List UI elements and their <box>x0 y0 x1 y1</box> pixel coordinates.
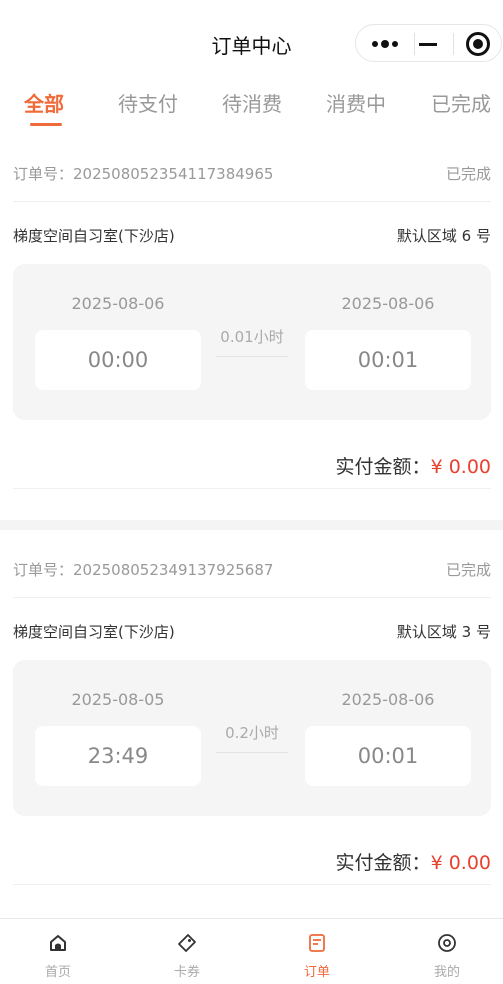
close-miniprogram-button[interactable] <box>466 32 490 56</box>
end-date: 2025-08-06 <box>341 294 435 313</box>
tabbar-label: 我的 <box>433 965 460 980</box>
active-tab-indicator <box>30 123 62 126</box>
tabbar-item-profile[interactable]: 我的 <box>384 919 503 984</box>
bottom-tab-bar: 首页 卡券 订单 我的 <box>0 918 503 984</box>
order-status-tabs: 全部 待支付 待消费 消费中 已完成 <box>0 88 503 132</box>
paid-amount: 实付金额：¥ 0.00 <box>336 848 491 875</box>
minimize-button[interactable] <box>419 43 437 46</box>
paid-amount-value: ¥ 0.00 <box>430 852 491 874</box>
end-time: 00:01 <box>305 726 471 786</box>
tabbar-item-coupons[interactable]: 卡券 <box>124 919 250 984</box>
profile-icon <box>438 934 456 952</box>
capsule-divider <box>453 33 454 55</box>
nav-bar: 订单中心 <box>0 0 503 88</box>
card-separator <box>0 520 503 530</box>
tabbar-label: 订单 <box>303 965 330 980</box>
tabbar-label: 首页 <box>44 965 71 980</box>
start-time: 00:00 <box>35 330 201 390</box>
time-range-box: 2025-08-06 00:00 0.01小时 2025-08-06 00:01 <box>13 264 491 420</box>
order-number: 订单号：202508052349137925687 <box>13 561 274 579</box>
mini-program-capsule <box>355 24 502 62</box>
order-status: 已完成 <box>445 165 491 183</box>
store-name: 梯度空间自习室(下沙店) <box>13 227 175 245</box>
order-card[interactable]: 订单号：202508052354117384965 已完成 梯度空间自习室(下沙… <box>0 145 503 520</box>
paid-amount-label: 实付金额： <box>335 852 431 874</box>
divider <box>13 597 491 598</box>
seat-area: 默认区域 3 号 <box>396 623 491 641</box>
end-date: 2025-08-06 <box>341 690 435 709</box>
paid-amount-value: ¥ 0.00 <box>430 456 491 478</box>
duration: 0.01小时 <box>220 328 284 346</box>
paid-amount-label: 实付金额： <box>335 456 431 478</box>
order-status: 已完成 <box>445 561 491 579</box>
ticket-icon <box>178 934 196 952</box>
duration-line <box>216 356 288 357</box>
tabbar-item-orders[interactable]: 订单 <box>254 919 380 984</box>
order-card[interactable]: 订单号：202508052349137925687 已完成 梯度空间自习室(下沙… <box>0 541 503 911</box>
divider <box>13 201 491 202</box>
store-name: 梯度空间自习室(下沙店) <box>13 623 175 641</box>
tab-pending-payment[interactable]: 待支付 <box>118 88 178 117</box>
more-options-button[interactable] <box>372 38 400 50</box>
tab-pending-use[interactable]: 待消费 <box>222 88 282 117</box>
start-date: 2025-08-05 <box>71 690 165 709</box>
end-time: 00:01 <box>305 330 471 390</box>
tabbar-label: 卡券 <box>173 965 200 980</box>
capsule-divider <box>414 33 415 55</box>
paid-amount: 实付金额：¥ 0.00 <box>336 452 491 479</box>
divider <box>13 488 491 489</box>
start-time: 23:49 <box>35 726 201 786</box>
duration-line <box>216 752 288 753</box>
divider <box>13 884 491 885</box>
order-icon <box>309 934 325 952</box>
tab-completed[interactable]: 已完成 <box>431 88 491 117</box>
seat-area: 默认区域 6 号 <box>396 227 491 245</box>
start-date: 2025-08-06 <box>71 294 165 313</box>
time-range-box: 2025-08-05 23:49 0.2小时 2025-08-06 00:01 <box>13 660 491 816</box>
tab-in-use[interactable]: 消费中 <box>326 88 386 117</box>
tab-all[interactable]: 全部 <box>24 88 64 117</box>
tabbar-item-home[interactable]: 首页 <box>0 919 121 984</box>
home-icon <box>50 935 66 951</box>
duration: 0.2小时 <box>225 724 279 742</box>
order-number: 订单号：202508052354117384965 <box>13 165 274 183</box>
